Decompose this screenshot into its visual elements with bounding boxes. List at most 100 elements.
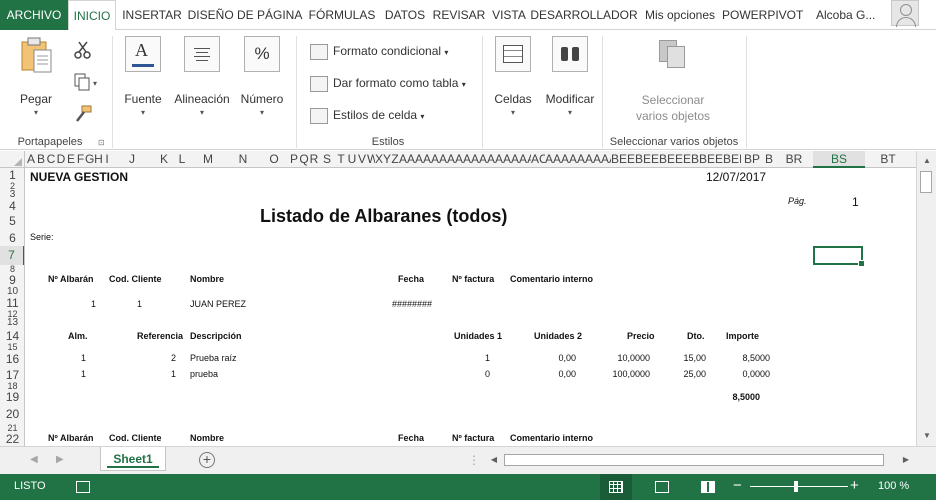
column-header[interactable]: L — [175, 151, 189, 168]
page-number-cell[interactable]: 1 — [852, 195, 859, 209]
column-header[interactable]: B — [36, 151, 46, 168]
line-alm-cell[interactable]: 1 — [66, 369, 86, 379]
zoom-in-icon[interactable]: + — [850, 477, 859, 494]
tab-archivo[interactable]: ARCHIVO — [0, 0, 68, 30]
tab-revisar[interactable]: REVISAR — [430, 0, 488, 30]
tab-vista[interactable]: VISTA — [488, 0, 530, 30]
lines-header-alm-cell[interactable]: Alm. — [68, 331, 88, 341]
column-header[interactable]: BT — [865, 151, 911, 168]
column-header[interactable]: B — [763, 151, 775, 168]
header-albaran-cell[interactable]: Nº Albarán — [48, 274, 93, 284]
report-title-cell[interactable]: Listado de Albaranes (todos) — [260, 206, 507, 227]
scissors-icon[interactable] — [73, 40, 95, 60]
tab-diseno-pagina[interactable]: DISEÑO DE PÁGINA — [186, 0, 304, 30]
horizontal-scrollbar[interactable]: ◀ ▶ — [486, 452, 914, 468]
header-nombre-cell[interactable]: Nombre — [190, 274, 224, 284]
column-header[interactable]: C — [46, 151, 56, 168]
column-header[interactable]: Y — [383, 151, 391, 168]
paintbrush-icon[interactable] — [73, 104, 95, 124]
tab-desarrollador[interactable]: DESARROLLADOR — [530, 0, 638, 30]
row-header[interactable]: 21 — [0, 424, 24, 433]
line-importe-cell[interactable]: 8,5000 — [726, 353, 770, 363]
lines-header-unidades2-cell[interactable]: Unidades 2 — [534, 331, 582, 341]
column-header[interactable]: H — [94, 151, 103, 168]
column-header[interactable]: N — [227, 151, 259, 168]
column-header[interactable]: W — [367, 151, 375, 168]
zoom-out-icon[interactable]: − — [733, 477, 742, 494]
header-comentario-cell[interactable]: Comentario interno — [510, 433, 593, 443]
dialog-launcher-icon[interactable]: ⊡ — [98, 138, 105, 147]
column-header[interactable]: BR — [775, 151, 813, 168]
splitter-handle[interactable]: ⋮ — [468, 453, 480, 467]
tab-formulas[interactable]: FÓRMULAS — [304, 0, 380, 30]
lines-header-dto-cell[interactable]: Dto. — [687, 331, 705, 341]
normal-view-button[interactable] — [600, 474, 632, 500]
user-name[interactable]: Alcoba G... — [816, 0, 875, 30]
line-referencia-cell[interactable]: 1 — [156, 369, 176, 379]
column-header[interactable]: R — [309, 151, 319, 168]
column-header[interactable]: F — [76, 151, 85, 168]
row-header[interactable]: 4 — [0, 200, 24, 212]
header-cliente-cell[interactable]: Cod. Cliente — [109, 274, 162, 284]
row-header-selected[interactable]: 7 — [0, 246, 24, 265]
page-label-cell[interactable]: Pág. — [788, 196, 807, 206]
zoom-slider-handle[interactable] — [794, 481, 798, 492]
row-header[interactable]: 16 — [0, 351, 24, 367]
header-comentario-cell[interactable]: Comentario interno — [510, 274, 593, 284]
plus-circle-icon[interactable]: + — [199, 452, 215, 468]
lines-header-referencia-cell[interactable]: Referencia — [137, 331, 183, 341]
line-precio-cell[interactable]: 100,0000 — [596, 369, 650, 379]
column-header[interactable]: A — [26, 151, 36, 168]
line-descripcion-cell[interactable]: prueba — [190, 369, 218, 379]
header-albaran-cell[interactable]: Nº Albarán — [48, 433, 93, 443]
row-header[interactable]: 10 — [0, 287, 24, 297]
zoom-slider[interactable] — [750, 486, 848, 487]
vertical-scrollbar[interactable]: ▲ ▼ — [916, 151, 936, 446]
column-header[interactable]: G — [85, 151, 94, 168]
header-factura-cell[interactable]: Nº factura — [452, 433, 494, 443]
tab-datos[interactable]: DATOS — [380, 0, 430, 30]
line-unidades1-cell[interactable]: 1 — [470, 353, 490, 363]
tab-inicio[interactable]: INICIO — [68, 0, 116, 31]
conditional-format-button[interactable]: Formato condicional ▾ — [310, 40, 448, 62]
line-unidades2-cell[interactable]: 0,00 — [536, 353, 576, 363]
header-fecha-cell[interactable]: Fecha — [398, 274, 424, 284]
record-fecha-cell[interactable]: ######## — [392, 299, 432, 309]
lines-header-importe-cell[interactable]: Importe — [726, 331, 759, 341]
column-header[interactable]: K — [153, 151, 175, 168]
column-header[interactable]: I — [103, 151, 111, 168]
tab-powerpivot[interactable]: POWERPIVOT — [722, 0, 803, 30]
zoom-level[interactable]: 100 % — [878, 480, 909, 492]
select-objects-button[interactable]: Seleccionar varios objetos — [630, 36, 716, 124]
row-header[interactable]: 5 — [0, 212, 24, 230]
record-nombre-cell[interactable]: JUAN PEREZ — [190, 299, 246, 309]
scroll-up-icon[interactable]: ▲ — [919, 153, 935, 169]
column-header[interactable]: V — [357, 151, 367, 168]
column-header[interactable]: D — [56, 151, 66, 168]
row-header[interactable]: 19 — [0, 390, 24, 404]
header-fecha-cell[interactable]: Fecha — [398, 433, 424, 443]
report-date-cell[interactable]: 12/07/2017 — [706, 170, 766, 184]
row-header[interactable]: 1 — [0, 168, 24, 182]
column-header[interactable]: J — [111, 151, 153, 168]
row-header[interactable]: 22 — [0, 432, 24, 446]
column-header[interactable]: X — [375, 151, 383, 168]
cells-button[interactable]: Celdas ▾ — [490, 36, 536, 117]
line-dto-cell[interactable]: 15,00 — [666, 353, 706, 363]
row-header[interactable]: 18 — [0, 382, 24, 391]
tab-insertar[interactable]: INSERTAR — [118, 0, 186, 30]
alignment-button[interactable]: Alineación ▾ — [172, 36, 232, 117]
line-unidades2-cell[interactable]: 0,00 — [536, 369, 576, 379]
page-break-view-button[interactable] — [692, 474, 724, 500]
row-header[interactable]: 9 — [0, 273, 24, 287]
scroll-right-icon[interactable]: ▶ — [898, 452, 914, 468]
vertical-scroll-thumb[interactable] — [920, 171, 932, 193]
column-header[interactable]: AAAAAAAAAAAAAAAAAAAAAAAAAA — [399, 151, 531, 168]
column-header[interactable]: AAAAAAAAAAAA — [545, 151, 611, 168]
lines-header-precio-cell[interactable]: Precio — [627, 331, 655, 341]
row-header[interactable]: 20 — [0, 404, 24, 424]
cell-styles-button[interactable]: Estilos de celda ▾ — [310, 104, 424, 126]
column-header[interactable]: E — [66, 151, 76, 168]
column-header[interactable]: Q — [299, 151, 309, 168]
column-header[interactable]: O — [259, 151, 289, 168]
